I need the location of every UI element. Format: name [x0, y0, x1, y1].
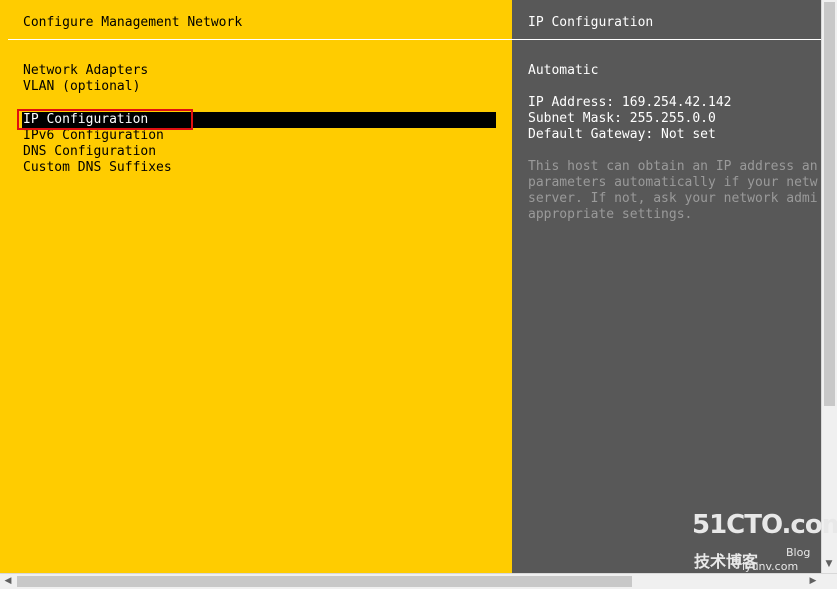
ip-mode: Automatic — [528, 63, 599, 78]
scroll-down-arrow-icon[interactable]: ▼ — [822, 557, 836, 571]
vertical-scroll-thumb[interactable] — [824, 2, 835, 406]
description-line: This host can obtain an IP address an — [528, 159, 818, 174]
highlight-box — [17, 109, 193, 130]
horizontal-scroll-thumb[interactable] — [17, 576, 632, 587]
details-panel: IP Configuration Automatic IP Address: 1… — [512, 0, 821, 573]
menu-item-custom-dns-suffixes[interactable]: Custom DNS Suffixes — [23, 160, 172, 176]
description-line: server. If not, ask your network admi — [528, 191, 818, 206]
menu-item-vlan[interactable]: VLAN (optional) — [23, 79, 140, 95]
menu-item-dns-configuration[interactable]: DNS Configuration — [23, 144, 156, 160]
menu-item-ipv6-configuration[interactable]: IPv6 Configuration — [23, 128, 164, 144]
menu-item-network-adapters[interactable]: Network Adapters — [23, 63, 148, 79]
menu-panel: Configure Management Network Network Ada… — [0, 0, 512, 573]
dcui-screen: Configure Management Network Network Ada… — [0, 0, 837, 589]
page-title: Configure Management Network — [23, 15, 243, 30]
description-line: appropriate settings. — [528, 207, 693, 222]
scroll-right-arrow-icon[interactable]: ▶ — [806, 574, 820, 588]
scroll-left-arrow-icon[interactable]: ◀ — [1, 574, 15, 588]
ip-address-value: IP Address: 169.254.42.142 — [528, 95, 732, 110]
default-gateway-value: Default Gateway: Not set — [528, 127, 716, 142]
vertical-scrollbar[interactable]: ▼ — [821, 0, 837, 573]
details-title: IP Configuration — [528, 15, 654, 30]
subnet-mask-value: Subnet Mask: 255.255.0.0 — [528, 111, 716, 126]
description-line: parameters automatically if your netw — [528, 175, 818, 190]
details-divider — [512, 39, 821, 40]
horizontal-scrollbar[interactable]: ◀ ▶ — [0, 573, 837, 589]
title-divider — [8, 39, 512, 40]
